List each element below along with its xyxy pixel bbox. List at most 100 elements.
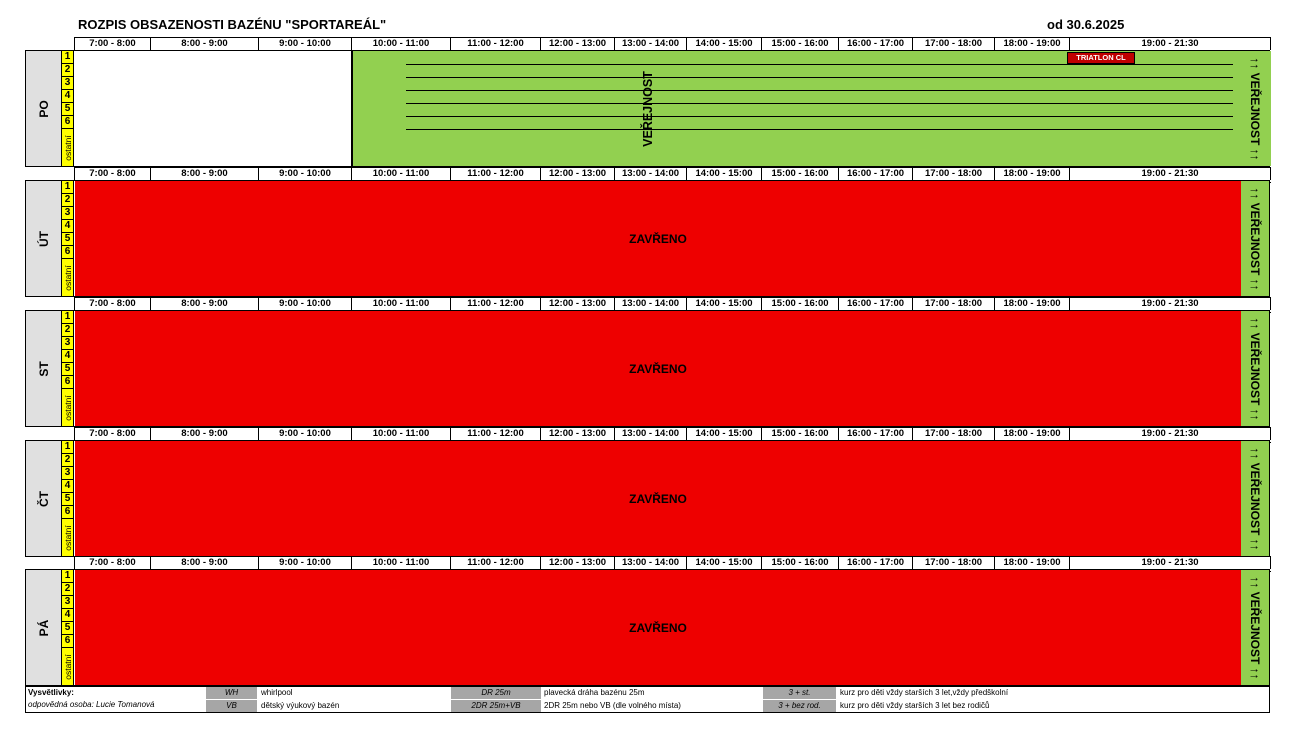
lane-other: ostatní <box>62 129 73 166</box>
time-slot-header: 13:00 - 14:00 <box>615 557 687 569</box>
lane-divider <box>406 116 1233 117</box>
time-slot-header: 15:00 - 16:00 <box>762 298 839 310</box>
lane-number: 1 <box>62 51 73 64</box>
time-slot-header: 17:00 - 18:00 <box>913 38 995 50</box>
time-slot-header: 19:00 - 21:30 <box>1070 38 1271 50</box>
time-slot-header: 15:00 - 16:00 <box>762 38 839 50</box>
day-label: PO <box>26 51 62 166</box>
side-public-column: ↑↑ VEŘEJNOST ↑↑ <box>1241 311 1269 426</box>
time-slot-header: 11:00 - 12:00 <box>451 168 541 180</box>
public-session-area <box>351 51 1271 166</box>
side-public-column: ↑↑ VEŘEJNOST ↑↑ <box>1241 181 1269 296</box>
time-slot-header: 11:00 - 12:00 <box>451 557 541 569</box>
time-slot-header: 19:00 - 21:30 <box>1070 298 1271 310</box>
side-public-column: ↑↑ VEŘEJNOST ↑↑ <box>1241 570 1269 685</box>
closed-area: ZAVŘENO <box>75 311 1241 426</box>
time-slot-header: 13:00 - 14:00 <box>615 38 687 50</box>
legend-title: Vysvětlivky: <box>28 688 74 697</box>
time-slot-header: 7:00 - 8:00 <box>75 557 151 569</box>
lane-number: 6 <box>62 635 73 648</box>
lane-number: 4 <box>62 480 73 493</box>
time-slot-header: 19:00 - 21:30 <box>1070 557 1271 569</box>
legend-code-dr: DR 25m <box>451 687 541 699</box>
day-label: ČT <box>26 441 62 556</box>
day-name: PO <box>36 99 51 118</box>
legend-code-2dr: 2DR 25m+VB <box>451 700 541 712</box>
legend-code-wh: WH <box>206 687 257 699</box>
closed-label: ZAVŘENO <box>629 620 687 635</box>
time-slot-header: 15:00 - 16:00 <box>762 557 839 569</box>
time-slot-header: 14:00 - 15:00 <box>687 168 762 180</box>
lane-column: 1 2 3 4 5 6 ostatní <box>62 51 74 166</box>
day-block: ČT 1 2 3 4 5 6 ostatní ZAVŘENO ↑↑ VEŘEJNOST ↑↑ <box>25 440 1270 557</box>
time-slot-header: 7:00 - 8:00 <box>75 428 151 440</box>
time-slot-header: 16:00 - 17:00 <box>839 557 913 569</box>
lane-number: 3 <box>62 77 73 90</box>
day-name: ÚT <box>36 230 51 247</box>
lane-number: 5 <box>62 233 73 246</box>
time-slot-header: 11:00 - 12:00 <box>451 38 541 50</box>
time-slot-header: 12:00 - 13:00 <box>541 428 615 440</box>
lane-other: ostatní <box>62 648 73 685</box>
time-slot-header: 8:00 - 9:00 <box>151 168 259 180</box>
time-slot-header: 17:00 - 18:00 <box>913 557 995 569</box>
side-public-label: ↑↑ VEŘEJNOST ↑↑ <box>1248 56 1262 161</box>
lane-number: 6 <box>62 376 73 389</box>
side-public-label: ↑↑ VEŘEJNOST ↑↑ <box>1248 316 1262 421</box>
time-slot-header: 18:00 - 19:00 <box>995 168 1070 180</box>
time-slot-header: 8:00 - 9:00 <box>151 298 259 310</box>
side-public-label: ↑↑ VEŘEJNOST ↑↑ <box>1248 186 1262 291</box>
day-label: ÚT <box>26 181 62 296</box>
time-slot-header: 12:00 - 13:00 <box>541 168 615 180</box>
time-slot-header: 8:00 - 9:00 <box>151 557 259 569</box>
page-title: ROZPIS OBSAZENOSTI BAZÉNU "SPORTAREÁL" <box>78 17 387 32</box>
time-slot-header: 8:00 - 9:00 <box>151 428 259 440</box>
time-slot-header: 10:00 - 11:00 <box>352 298 451 310</box>
lane-divider <box>406 129 1233 130</box>
lane-number: 5 <box>62 493 73 506</box>
time-slot-header: 10:00 - 11:00 <box>352 38 451 50</box>
time-slot-header: 18:00 - 19:00 <box>995 557 1070 569</box>
legend-text-vb: dětský výukový bazén <box>261 701 340 710</box>
time-slot-header: 14:00 - 15:00 <box>687 428 762 440</box>
time-slot-header: 12:00 - 13:00 <box>541 298 615 310</box>
time-slot-header: 12:00 - 13:00 <box>541 557 615 569</box>
time-slot-header: 11:00 - 12:00 <box>451 298 541 310</box>
lane-other-label: ostatní <box>62 394 73 421</box>
legend-text-wh: whirlpool <box>261 688 293 697</box>
lane-number: 5 <box>62 622 73 635</box>
closed-label: ZAVŘENO <box>629 361 687 376</box>
lane-number: 3 <box>62 337 73 350</box>
time-slot-header: 10:00 - 11:00 <box>352 557 451 569</box>
time-slot-header: 15:00 - 16:00 <box>762 428 839 440</box>
lane-other: ostatní <box>62 389 73 426</box>
legend-text-dr: plavecká dráha bazénu 25m <box>544 688 645 697</box>
lane-column: 1 2 3 4 5 6 ostatní <box>62 181 74 296</box>
time-slot-header: 16:00 - 17:00 <box>839 38 913 50</box>
closed-area: ZAVŘENO <box>75 570 1241 685</box>
time-slot-header: 15:00 - 16:00 <box>762 168 839 180</box>
lane-column: 1 2 3 4 5 6 ostatní <box>62 570 74 685</box>
lane-number: 1 <box>62 441 73 454</box>
lane-number: 2 <box>62 64 73 77</box>
time-slot-header: 13:00 - 14:00 <box>615 168 687 180</box>
time-slot-header: 9:00 - 10:00 <box>259 428 352 440</box>
time-slot-header: 7:00 - 8:00 <box>75 298 151 310</box>
time-slot-header: 10:00 - 11:00 <box>352 428 451 440</box>
lane-number: 2 <box>62 583 73 596</box>
lane-number: 4 <box>62 90 73 103</box>
time-slot-header: 9:00 - 10:00 <box>259 557 352 569</box>
time-slot-header: 9:00 - 10:00 <box>259 298 352 310</box>
lane-number: 4 <box>62 350 73 363</box>
public-label-text: VEŘEJNOST <box>640 70 655 147</box>
lane-number: 5 <box>62 363 73 376</box>
time-slot-header: 13:00 - 14:00 <box>615 298 687 310</box>
day-label: ST <box>26 311 62 426</box>
day-name: ČT <box>36 490 51 507</box>
time-slot-header: 16:00 - 17:00 <box>839 168 913 180</box>
valid-from-date: od 30.6.2025 <box>1047 17 1125 32</box>
legend-text-2dr: 2DR 25m nebo VB (dle volného místa) <box>544 701 681 710</box>
day-name: PÁ <box>36 619 51 636</box>
lane-column: 1 2 3 4 5 6 ostatní <box>62 311 74 426</box>
closed-label: ZAVŘENO <box>629 491 687 506</box>
